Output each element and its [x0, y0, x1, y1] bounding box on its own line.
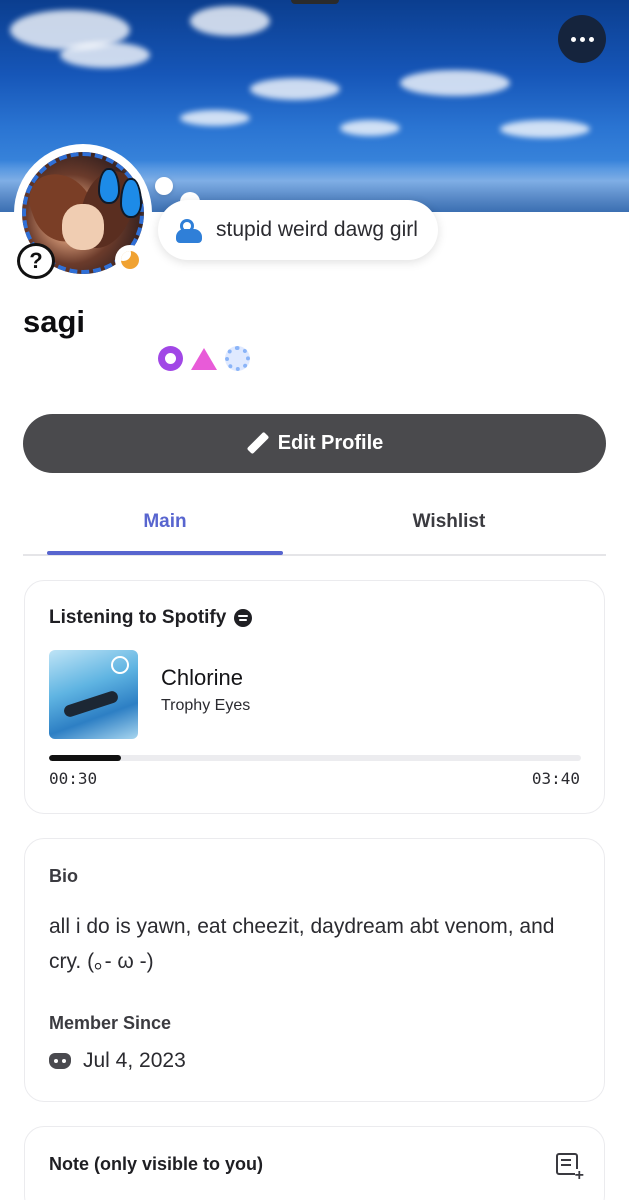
track-progress-bar	[49, 755, 581, 761]
member-since-label: Member Since	[49, 1013, 172, 1033]
bio-card: Bio all i do is yawn, eat cheezit, daydr…	[24, 838, 605, 1102]
member-since-date: Jul 4, 2023	[83, 1049, 186, 1072]
more-options-button[interactable]	[558, 15, 606, 63]
banner-cloud	[250, 78, 340, 100]
edit-profile-button[interactable]: Edit Profile	[23, 414, 606, 473]
profile-tabs: Main Wishlist	[23, 490, 606, 556]
track-artist[interactable]: Trophy Eyes	[161, 697, 250, 715]
spotify-icon	[234, 609, 253, 627]
hypesquad-triangle-icon[interactable]	[191, 347, 217, 370]
pencil-icon	[246, 433, 268, 455]
discord-icon	[49, 1053, 71, 1069]
bio-text: all i do is yawn, eat cheezit, daydream …	[49, 915, 555, 973]
laurel-icon[interactable]	[225, 346, 250, 371]
sweat-drop-decoration	[120, 178, 142, 218]
activity-header: Listening to Spotify	[49, 607, 227, 628]
username: sagi	[23, 304, 86, 339]
custom-status[interactable]: stupid weird dawg girl	[158, 200, 438, 260]
tab-wishlist[interactable]: Wishlist	[329, 490, 569, 554]
tab-main[interactable]: Main	[47, 490, 283, 554]
banner-cloud	[500, 120, 590, 138]
track-title[interactable]: Chlorine	[161, 665, 243, 691]
help-badge[interactable]: ?	[17, 243, 55, 279]
note-title: Note (only visible to you)	[49, 1154, 264, 1174]
banner-cloud	[340, 120, 400, 136]
nitro-icon[interactable]	[158, 346, 183, 371]
album-art[interactable]	[49, 650, 138, 739]
note-card[interactable]: Note (only visible to you)	[24, 1126, 605, 1200]
spotify-activity-card[interactable]: Listening to Spotify Chlorine Trophy Eye…	[24, 580, 605, 814]
elapsed-time: 00:30	[49, 769, 98, 788]
track-duration: 03:40	[531, 769, 580, 788]
track-progress-fill	[49, 755, 122, 761]
dot-icon	[588, 36, 594, 42]
badge-row	[158, 346, 250, 371]
banner-cloud	[60, 42, 150, 68]
thought-dot	[155, 177, 173, 195]
sweat-drop-decoration	[98, 168, 120, 204]
banner-cloud	[180, 110, 250, 126]
banner-cloud	[190, 6, 270, 36]
dot-icon	[570, 36, 576, 42]
bio-label: Bio	[49, 866, 78, 886]
active-tab-indicator	[47, 551, 283, 555]
edit-profile-label: Edit Profile	[277, 432, 384, 454]
dot-icon	[579, 36, 585, 42]
add-note-icon[interactable]	[556, 1153, 584, 1183]
banner-cloud	[400, 70, 510, 96]
wave-emoji-icon	[174, 215, 204, 245]
drag-handle[interactable]	[291, 0, 339, 4]
idle-status-icon	[115, 245, 145, 275]
custom-status-text: stupid weird dawg girl	[216, 218, 418, 241]
